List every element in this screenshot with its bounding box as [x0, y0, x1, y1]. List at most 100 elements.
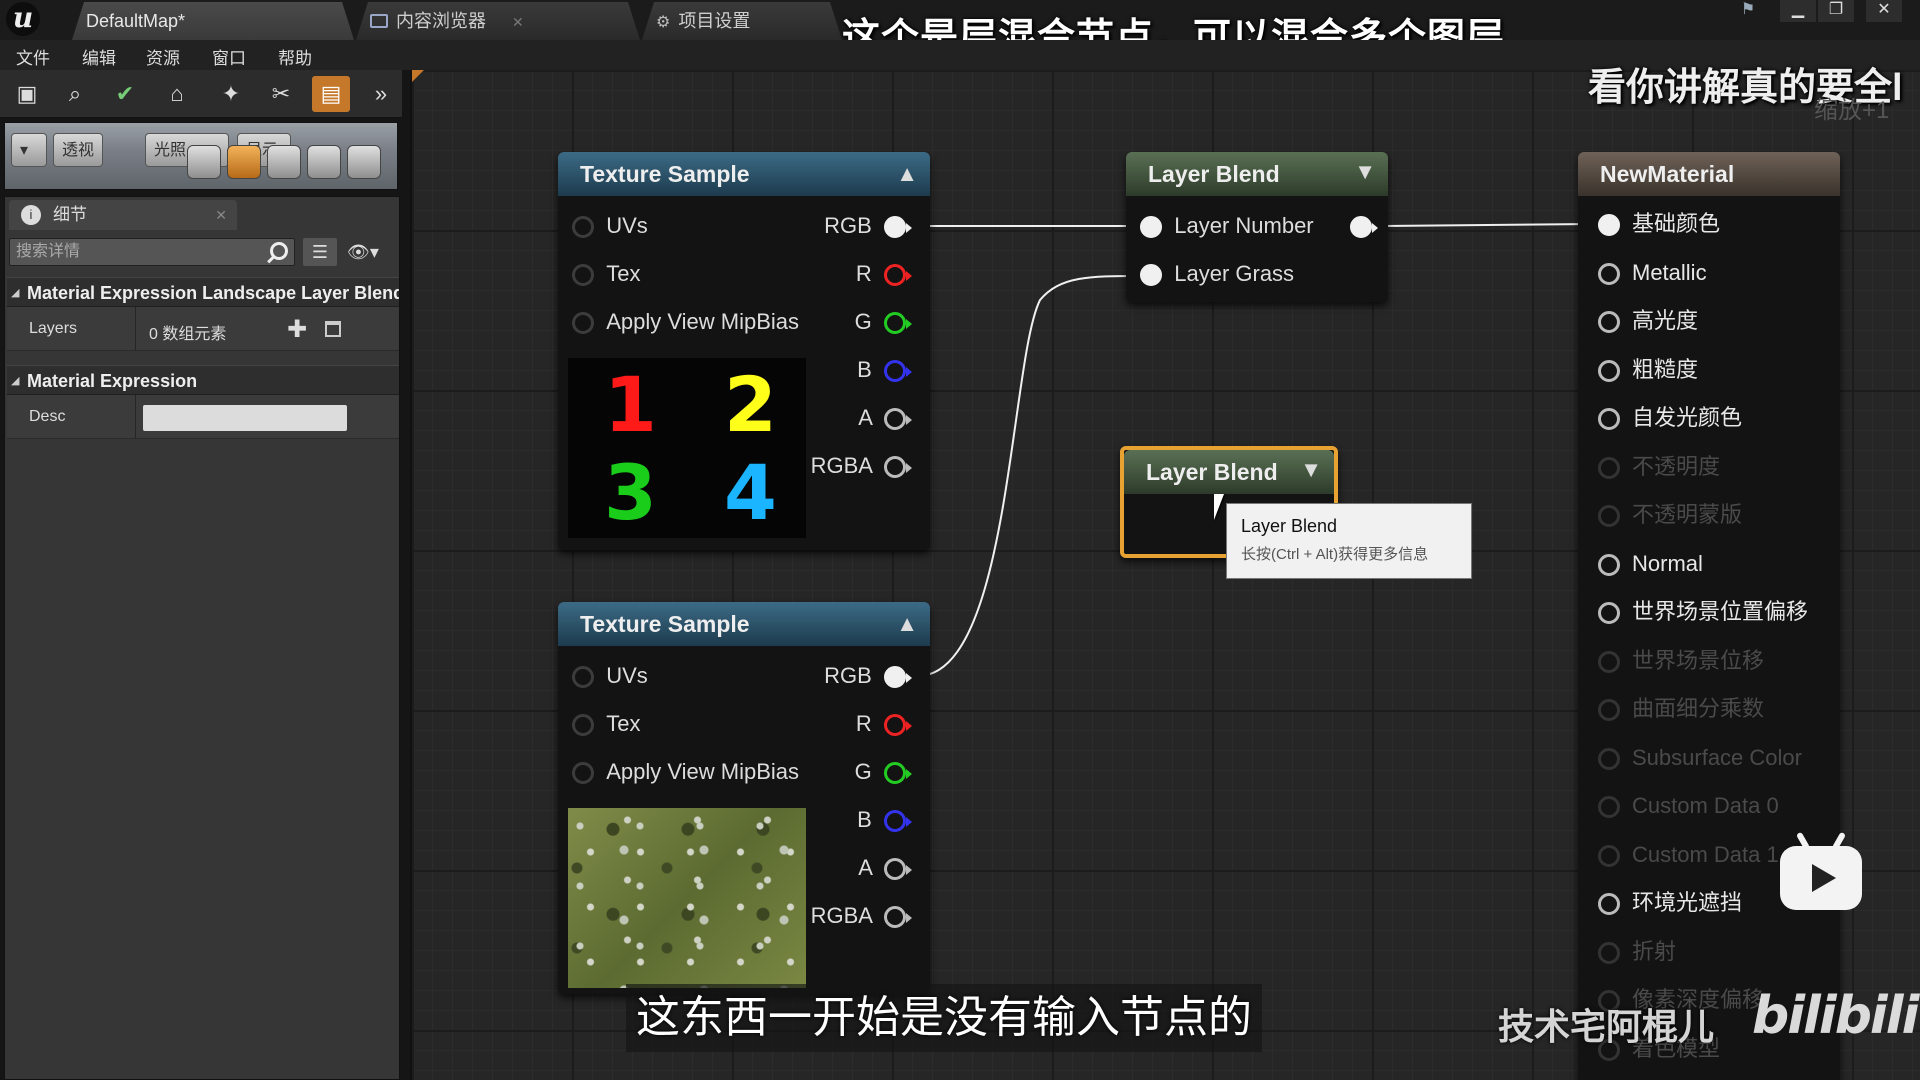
preview-sphere-icon[interactable]: [227, 145, 261, 179]
output-pin-icon[interactable]: [884, 906, 912, 928]
pin-out-a[interactable]: A: [858, 398, 912, 438]
menu-help[interactable]: 帮助: [278, 44, 312, 69]
pin-out-g[interactable]: G: [855, 752, 912, 792]
close-window-button[interactable]: ✕: [1866, 0, 1902, 22]
input-pin-icon[interactable]: [1598, 844, 1620, 867]
pin-out-rgba[interactable]: RGBA: [811, 446, 912, 486]
save-icon[interactable]: ▣: [8, 76, 46, 112]
pin-layer-grass[interactable]: Layer Grass: [1140, 254, 1294, 294]
input-pin-icon[interactable]: [1598, 941, 1620, 964]
input-pin-icon[interactable]: [572, 714, 594, 736]
section-landscape-layer-blend[interactable]: Material Expression Landscape Layer Blen…: [7, 277, 399, 307]
pin-apply-view-mipbias[interactable]: Apply View MipBias: [572, 302, 799, 342]
menu-file[interactable]: 文件: [16, 44, 50, 69]
preview-mesh-icon[interactable]: [347, 145, 381, 179]
result-pin-row[interactable]: 曲面细分乘数: [1598, 689, 1764, 729]
input-pin-icon[interactable]: [1598, 311, 1620, 333]
pin-out-g[interactable]: G: [855, 302, 912, 342]
pin-uvs[interactable]: UVs: [572, 656, 648, 696]
connectors-icon[interactable]: ✂: [262, 76, 300, 112]
result-pin-row[interactable]: 自发光颜色: [1598, 398, 1742, 438]
expand-arrow-icon[interactable]: ▼: [1300, 448, 1322, 492]
live-preview-icon[interactable]: ▤: [312, 76, 350, 112]
pin-out-r[interactable]: R: [856, 254, 912, 294]
result-pin-row[interactable]: 基础颜色: [1598, 204, 1720, 244]
input-pin-icon[interactable]: [1598, 456, 1620, 479]
result-pin-row[interactable]: Subsurface Color: [1598, 738, 1802, 778]
section-material-expression[interactable]: Material Expression: [7, 365, 399, 395]
input-pin-icon[interactable]: [1598, 602, 1620, 624]
node-header[interactable]: Layer Blend ▼: [1126, 152, 1388, 196]
pin-out-rgba[interactable]: RGBA: [811, 896, 912, 936]
details-search-input[interactable]: 搜索详情: [9, 238, 295, 266]
perspective-button[interactable]: 透视: [53, 133, 104, 167]
pin-out-rgb[interactable]: RGB: [824, 206, 912, 246]
result-pin-row[interactable]: 不透明度: [1598, 447, 1720, 487]
notification-icon[interactable]: ⚑: [1730, 0, 1766, 22]
minimize-button[interactable]: ▁: [1780, 0, 1816, 22]
preview-cube-icon[interactable]: [307, 145, 341, 179]
output-pin-icon[interactable]: [884, 456, 912, 478]
pin-tex[interactable]: Tex: [572, 704, 640, 744]
input-pin-icon[interactable]: [1140, 264, 1162, 286]
details-tab[interactable]: i 细节 ✕: [9, 200, 237, 230]
output-pin-icon[interactable]: [884, 360, 912, 382]
material-preview-viewport[interactable]: ▾ 透视 光照 显示: [4, 122, 398, 190]
input-pin-icon[interactable]: [572, 216, 594, 238]
viewport-options-chevron-icon[interactable]: ▾: [11, 133, 47, 167]
input-pin-icon[interactable]: [1598, 747, 1620, 770]
home-icon[interactable]: ⌂: [158, 76, 196, 112]
output-pin-icon[interactable]: [884, 810, 912, 832]
node-header[interactable]: Texture Sample ▲: [558, 602, 930, 646]
pin-tex[interactable]: Tex: [572, 254, 640, 294]
output-pin-icon[interactable]: [884, 714, 912, 736]
tab-default-map[interactable]: DefaultMap*: [72, 2, 354, 40]
maximize-button[interactable]: ❐: [1818, 0, 1854, 22]
menu-asset[interactable]: 资源: [146, 44, 180, 69]
expand-arrow-icon[interactable]: ▼: [1354, 150, 1376, 194]
menu-window[interactable]: 窗口: [212, 44, 246, 69]
trash-icon[interactable]: [325, 321, 341, 337]
output-pin-icon[interactable]: [884, 264, 912, 286]
collapse-arrow-icon[interactable]: ▲: [896, 602, 918, 646]
input-pin-icon[interactable]: [572, 666, 594, 688]
collapse-arrow-icon[interactable]: ▲: [896, 152, 918, 196]
clean-up-icon[interactable]: ✦: [212, 76, 250, 112]
output-pin-icon[interactable]: [1350, 216, 1378, 238]
pin-out-result[interactable]: [1350, 206, 1378, 246]
node-header[interactable]: Texture Sample ▲: [558, 152, 930, 196]
pin-layer-number[interactable]: Layer Number: [1140, 206, 1314, 246]
input-pin-icon[interactable]: [572, 762, 594, 784]
input-pin-icon[interactable]: [1140, 216, 1162, 238]
preview-cylinder-icon[interactable]: [187, 145, 221, 179]
unreal-logo-icon[interactable]: u: [6, 2, 40, 36]
more-tools-chevron-icon[interactable]: »: [362, 76, 400, 112]
input-pin-icon[interactable]: [572, 312, 594, 334]
output-pin-icon[interactable]: [884, 408, 912, 430]
apply-icon[interactable]: ✔: [106, 76, 144, 112]
pin-out-rgb[interactable]: RGB: [824, 656, 912, 696]
output-pin-icon[interactable]: [884, 312, 912, 334]
pin-out-r[interactable]: R: [856, 704, 912, 744]
output-pin-icon[interactable]: [884, 762, 912, 784]
output-pin-icon[interactable]: [884, 666, 912, 688]
input-pin-icon[interactable]: [1598, 699, 1620, 721]
desc-input[interactable]: [143, 405, 347, 431]
result-pin-row[interactable]: Metallic: [1598, 253, 1707, 293]
result-pin-row[interactable]: 折射: [1598, 932, 1676, 972]
input-pin-icon[interactable]: [1598, 553, 1620, 576]
output-pin-icon[interactable]: [884, 858, 912, 880]
node-header[interactable]: Layer Blend ▼: [1124, 450, 1334, 494]
result-pin-row[interactable]: 不透明蒙版: [1598, 495, 1742, 535]
menu-edit[interactable]: 编辑: [82, 44, 116, 69]
property-matrix-icon[interactable]: ☰: [303, 238, 337, 266]
input-pin-icon[interactable]: [1598, 214, 1620, 236]
preview-plane-icon[interactable]: [267, 145, 301, 179]
input-pin-icon[interactable]: [1598, 408, 1620, 430]
input-pin-icon[interactable]: [1598, 505, 1620, 527]
result-pin-row[interactable]: 世界场景位置偏移: [1598, 592, 1808, 632]
input-pin-icon[interactable]: [1598, 262, 1620, 285]
texture-sample-node-1[interactable]: Texture Sample ▲ UVs Tex Apply View MipB…: [558, 152, 930, 550]
texture-sample-node-2[interactable]: Texture Sample ▲ UVs Tex Apply View MipB…: [558, 602, 930, 994]
result-pin-row[interactable]: 粗糙度: [1598, 350, 1698, 390]
